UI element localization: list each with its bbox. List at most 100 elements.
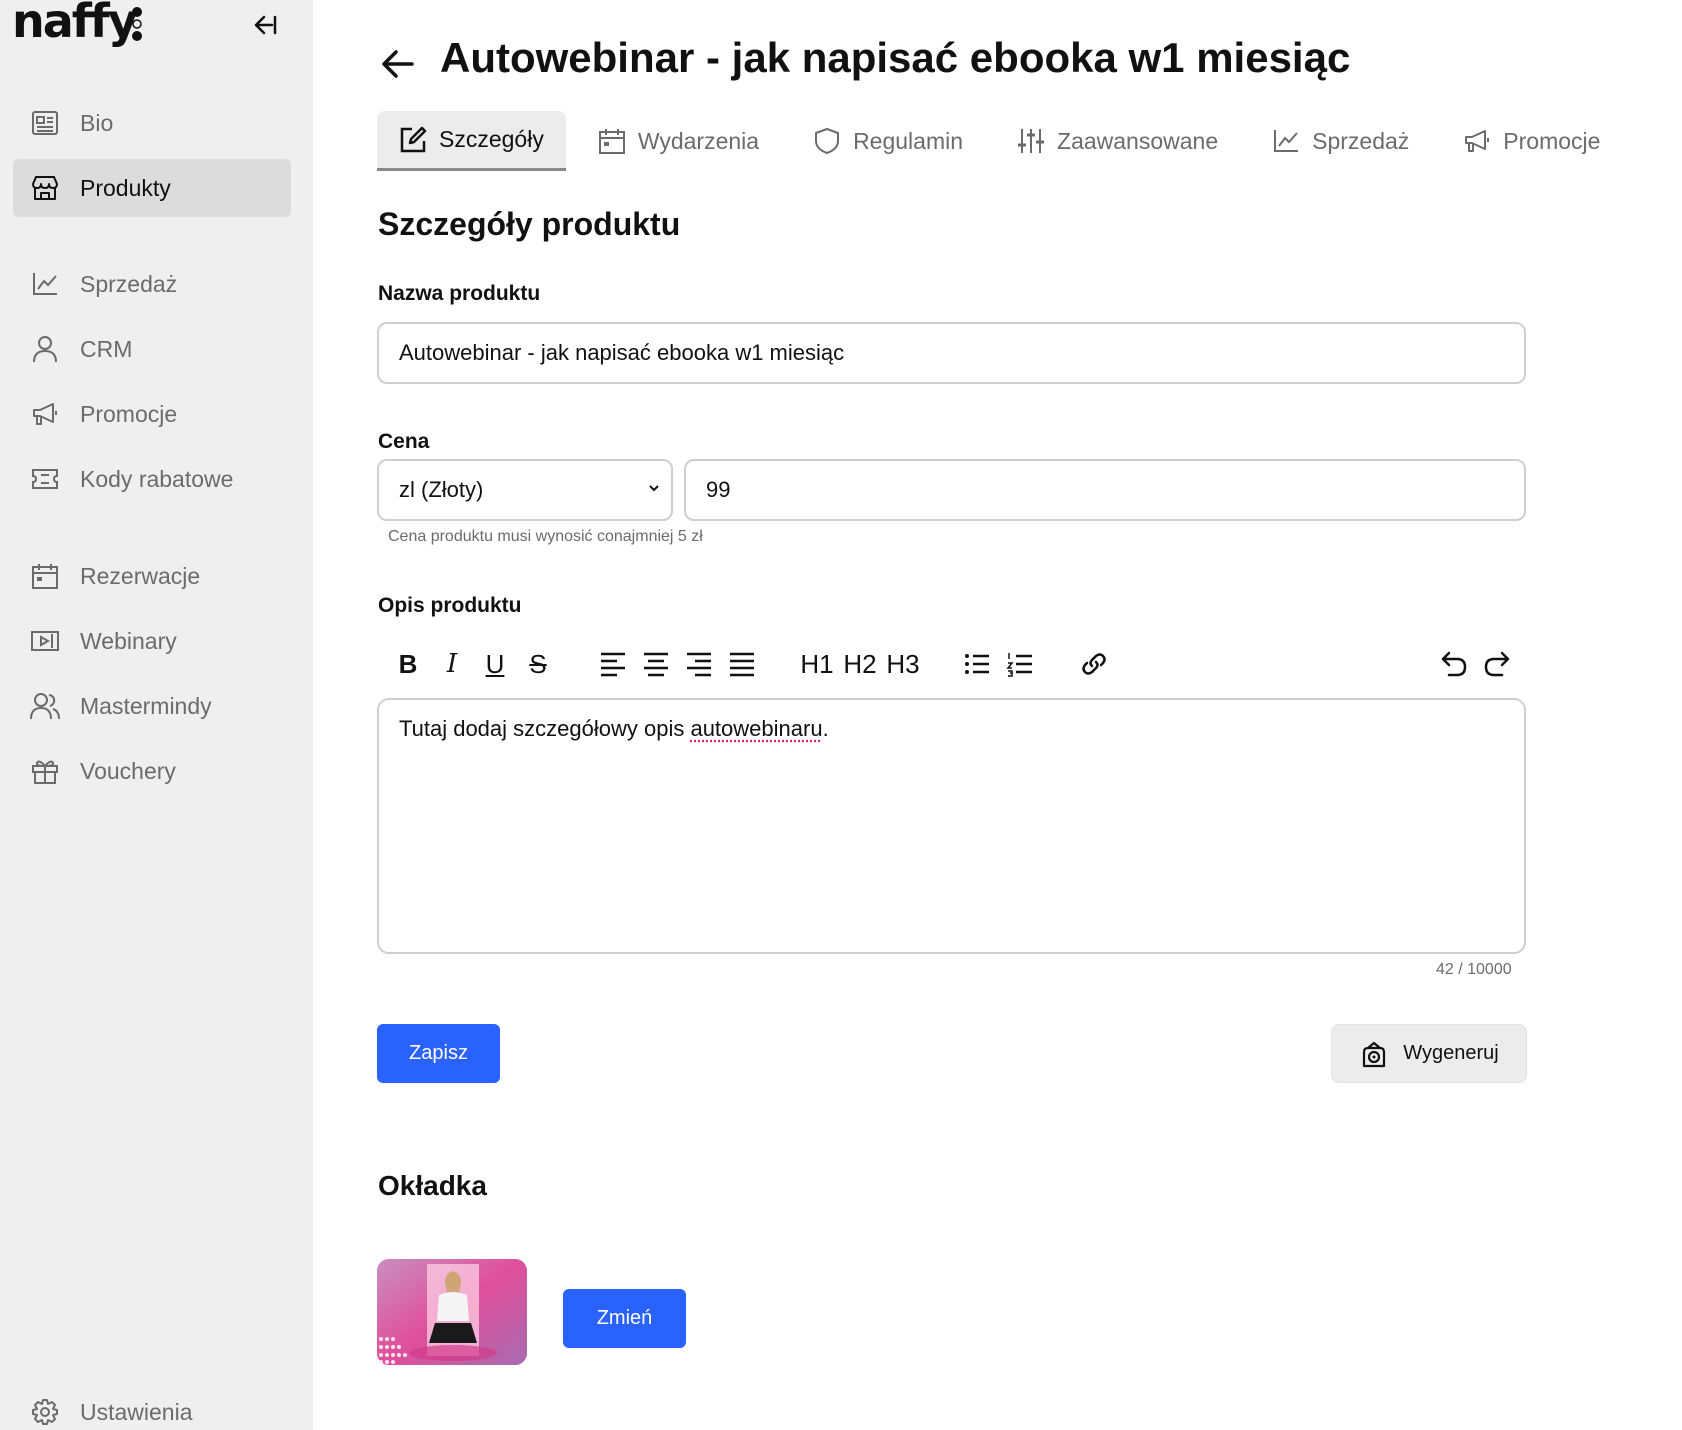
- align-right-button[interactable]: [684, 645, 714, 683]
- sidebar-item-label: Bio: [80, 110, 113, 137]
- sidebar-item-rezerwacje[interactable]: Rezerwacje: [13, 547, 291, 605]
- calendar-icon: [598, 127, 626, 155]
- sliders-icon: [1017, 127, 1045, 155]
- bio-icon: [30, 108, 60, 138]
- tab-label: Zaawansowane: [1057, 128, 1218, 155]
- sidebar-item-vouchery[interactable]: Vouchery: [13, 742, 291, 800]
- heading-3-button[interactable]: H3: [886, 645, 920, 683]
- strikethrough-button[interactable]: S: [526, 645, 550, 683]
- tab-label: Regulamin: [853, 128, 963, 155]
- price-label: Cena: [378, 430, 429, 454]
- user-icon: [30, 334, 60, 364]
- page-title: Autowebinar - jak napisać ebooka w1 mies…: [440, 34, 1350, 82]
- undo-icon: [1440, 650, 1468, 678]
- bullet-list-icon: [963, 651, 991, 677]
- cover-image: [377, 1259, 527, 1365]
- undo-button[interactable]: [1439, 645, 1469, 683]
- store-icon: [30, 173, 60, 203]
- price-input[interactable]: [684, 459, 1526, 521]
- italic-button[interactable]: I: [440, 645, 464, 683]
- bullet-list-button[interactable]: [962, 645, 992, 683]
- ticket-icon: [30, 464, 60, 494]
- sidebar-item-produkty[interactable]: Produkty: [13, 159, 291, 217]
- sidebar-item-label: Produkty: [80, 175, 171, 202]
- save-button[interactable]: Zapisz: [377, 1024, 500, 1083]
- align-center-button[interactable]: [641, 645, 671, 683]
- cover-thumbnail: [377, 1259, 527, 1365]
- logo: naffy: [12, 0, 136, 48]
- sidebar-item-kody-rabatowe[interactable]: Kody rabatowe: [13, 450, 291, 508]
- chart-line-icon: [30, 269, 60, 299]
- tab-wydarzenia[interactable]: Wydarzenia: [576, 111, 781, 171]
- tab-label: Wydarzenia: [638, 128, 759, 155]
- name-label: Nazwa produktu: [378, 282, 540, 306]
- bold-button[interactable]: B: [396, 645, 420, 683]
- align-left-button[interactable]: [598, 645, 628, 683]
- tab-regulamin[interactable]: Regulamin: [791, 111, 985, 171]
- sidebar-item-crm[interactable]: CRM: [13, 320, 291, 378]
- change-cover-button[interactable]: Zmień: [563, 1289, 686, 1348]
- description-label: Opis produktu: [378, 594, 522, 618]
- logo-dots-icon: [130, 6, 144, 42]
- calendar-icon: [30, 561, 60, 591]
- redo-button[interactable]: [1482, 645, 1512, 683]
- sidebar-item-promocje[interactable]: Promocje: [13, 385, 291, 443]
- tab-bar: Szczegóły Wydarzenia Regulamin Zaawansow…: [377, 111, 1632, 171]
- ai-generate-icon: [1359, 1039, 1389, 1069]
- description-editor[interactable]: Tutaj dodaj szczegółowy opis autowebinar…: [377, 698, 1526, 954]
- underline-button[interactable]: U: [483, 645, 507, 683]
- tab-label: Szczegóły: [439, 126, 544, 153]
- collapse-arrow-icon: [252, 14, 278, 36]
- sidebar-item-bio[interactable]: Bio: [13, 94, 291, 152]
- edit-icon: [399, 126, 427, 154]
- description-text-misspelled: autowebinaru: [690, 716, 822, 741]
- sidebar-item-label: Sprzedaż: [80, 271, 177, 298]
- sidebar: naffy Bio Produkty Sprzedaż CRM Promocje…: [0, 0, 313, 1430]
- sidebar-item-label: Promocje: [80, 401, 177, 428]
- shield-icon: [813, 127, 841, 155]
- video-icon: [30, 626, 60, 656]
- users-icon: [30, 691, 60, 721]
- section-heading-cover: Okładka: [378, 1170, 487, 1202]
- sidebar-item-label: Ustawienia: [80, 1399, 193, 1426]
- heading-2-button[interactable]: H2: [843, 645, 877, 683]
- generate-button[interactable]: Wygeneruj: [1331, 1024, 1527, 1083]
- generate-button-label: Wygeneruj: [1403, 1042, 1498, 1065]
- align-left-icon: [599, 651, 627, 677]
- sidebar-item-label: Mastermindy: [80, 693, 212, 720]
- align-justify-button[interactable]: [727, 645, 757, 683]
- align-center-icon: [642, 651, 670, 677]
- product-name-input[interactable]: [377, 322, 1526, 384]
- gift-icon: [30, 756, 60, 786]
- sidebar-item-label: CRM: [80, 336, 132, 363]
- sidebar-item-ustawienia[interactable]: Ustawienia: [13, 1383, 291, 1430]
- tab-szczegoly[interactable]: Szczegóły: [377, 111, 566, 171]
- redo-icon: [1483, 650, 1511, 678]
- description-text-end: .: [823, 716, 829, 741]
- arrow-left-icon: [381, 49, 415, 79]
- tab-promocje[interactable]: Promocje: [1441, 111, 1622, 171]
- sidebar-item-mastermindy[interactable]: Mastermindy: [13, 677, 291, 735]
- megaphone-icon: [1463, 127, 1491, 155]
- sidebar-item-label: Rezerwacje: [80, 563, 200, 590]
- heading-1-button[interactable]: H1: [800, 645, 834, 683]
- align-justify-icon: [728, 651, 756, 677]
- align-right-icon: [685, 651, 713, 677]
- sidebar-item-sprzedaz[interactable]: Sprzedaż: [13, 255, 291, 313]
- numbered-list-button[interactable]: [1005, 645, 1035, 683]
- sidebar-item-label: Kody rabatowe: [80, 466, 233, 493]
- tab-zaawansowane[interactable]: Zaawansowane: [995, 111, 1240, 171]
- description-text: Tutaj dodaj szczegółowy opis: [399, 716, 690, 741]
- sidebar-item-label: Webinary: [80, 628, 177, 655]
- sidebar-item-webinary[interactable]: Webinary: [13, 612, 291, 670]
- char-counter: 42 / 10000: [1436, 961, 1512, 979]
- back-button[interactable]: [378, 44, 418, 84]
- sidebar-item-label: Vouchery: [80, 758, 176, 785]
- gear-icon: [30, 1397, 60, 1427]
- tab-sprzedaz[interactable]: Sprzedaż: [1250, 111, 1431, 171]
- link-button[interactable]: [1079, 645, 1109, 683]
- section-heading-details: Szczegóły produktu: [378, 206, 680, 243]
- link-icon: [1080, 650, 1108, 678]
- currency-select[interactable]: zl (Złoty): [377, 459, 673, 521]
- collapse-sidebar-button[interactable]: [250, 10, 280, 40]
